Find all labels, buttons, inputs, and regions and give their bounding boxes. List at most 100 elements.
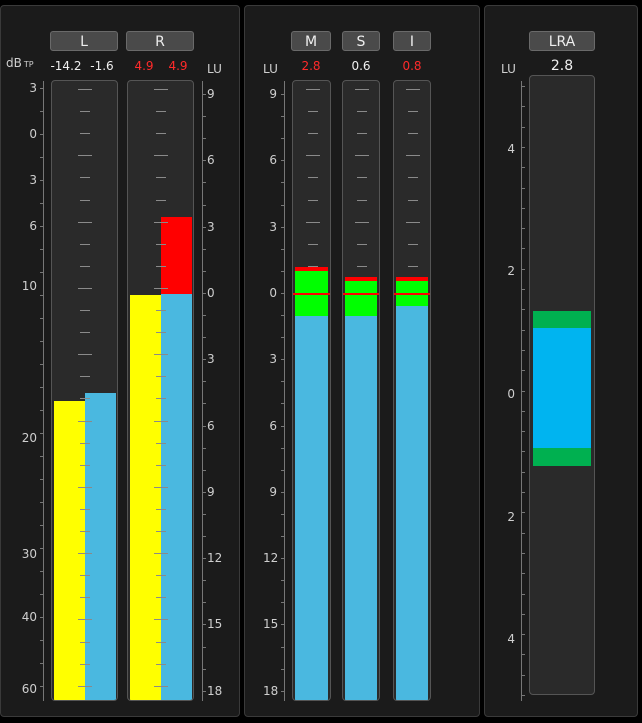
- lra-axis-tick: [521, 370, 525, 372]
- meter-scale-mark: [80, 508, 90, 510]
- lu-axis-tick: [281, 447, 285, 449]
- db-tick-label: 6: [29, 219, 37, 233]
- meter-scale-mark: [80, 177, 90, 179]
- lu-axis-tick: [202, 116, 206, 118]
- lu-tick-label: 3: [207, 219, 215, 234]
- meter-scale-mark: [156, 265, 166, 267]
- lu-tick-label: 0: [207, 285, 215, 300]
- db-axis-tick: [40, 364, 43, 365]
- meter-scale-mark: [355, 89, 369, 90]
- meter-scale-mark: [80, 376, 90, 378]
- lu-axis-tick: [202, 204, 206, 206]
- meter-scale-mark: [406, 155, 420, 157]
- lu-axis-tick: [202, 359, 206, 361]
- lu-tick-label: 15: [207, 617, 223, 632]
- lu-axis-tick: [202, 602, 206, 604]
- lu-axis-tick: [281, 292, 285, 294]
- lu-tick-label: 3: [269, 219, 277, 234]
- right-over-bar: [161, 216, 192, 294]
- lu-tick-label: 6: [269, 418, 277, 433]
- meter-scale-mark: [156, 508, 166, 510]
- meter-scale-mark: [156, 597, 166, 599]
- lu-axis-tick: [281, 425, 285, 427]
- db-axis-tick: [40, 226, 43, 227]
- meter-scale-mark: [156, 199, 166, 201]
- lra-button[interactable]: LRA: [529, 31, 595, 51]
- meter-scale-mark: [307, 111, 318, 113]
- lu-axis-tick: [202, 138, 206, 140]
- lu-axis-tick: [202, 182, 206, 184]
- channel-meter-panel: L R dB TP -14.2 -1.6 4.9 4.9 LU 3 0 3 6 10 20 3…: [0, 5, 240, 717]
- meter-scale-mark: [357, 199, 367, 201]
- lu-axis-tick: [202, 381, 206, 383]
- meter-scale-mark: [78, 486, 92, 488]
- lra-axis-tick: [521, 492, 525, 493]
- lu-axis-tick: [202, 624, 206, 626]
- momentary-button[interactable]: M: [291, 31, 331, 51]
- integrated-value: 0.8: [402, 59, 422, 73]
- meter-scale-mark: [80, 398, 90, 400]
- lu-unit-label-right: LU: [207, 62, 222, 76]
- lu-axis-tick: [281, 226, 285, 228]
- db-axis-tick: [40, 249, 43, 250]
- lu-axis-tick: [202, 403, 206, 405]
- db-axis-tick: [40, 548, 43, 549]
- integrated-button[interactable]: I: [393, 31, 431, 51]
- lu-tick-label: 9: [269, 484, 277, 499]
- lu-axis-tick: [281, 381, 285, 383]
- lu-tick-label: 6: [207, 418, 215, 433]
- lra-axis-tick: [521, 228, 525, 230]
- lu-tick-label: 12: [263, 551, 279, 566]
- short-term-button[interactable]: S: [342, 31, 380, 51]
- lra-axis-tick: [521, 248, 525, 250]
- meter-scale-mark: [408, 133, 418, 135]
- lra-axis-tick: [521, 126, 525, 128]
- meter-scale-mark: [80, 531, 90, 532]
- loudness-level-bar: [295, 316, 328, 700]
- lu-axis-tick: [202, 491, 206, 493]
- loudness-range-panel: LRA LU 2.8 4 2 0 2 4: [484, 5, 638, 717]
- lu-axis-tick: [281, 248, 285, 250]
- db-axis-tick: [40, 272, 43, 273]
- zero-reference-line: [343, 292, 379, 295]
- meter-scale-mark: [307, 133, 318, 135]
- lra-axis-tick: [521, 512, 525, 514]
- meter-scale-mark: [357, 243, 367, 245]
- meter-scale-mark: [80, 442, 90, 444]
- meter-scale-mark: [406, 221, 420, 223]
- meter-scale-mark: [154, 619, 168, 621]
- meter-scale-mark: [154, 155, 168, 157]
- db-axis-tick: [40, 88, 43, 89]
- meter-scale-mark: [80, 464, 90, 466]
- meter-scale-mark: [78, 619, 92, 621]
- lu-tick-label: 18: [263, 683, 279, 698]
- lu-axis-tick: [202, 447, 206, 449]
- meter-scale-mark: [156, 332, 166, 334]
- left-channel-button[interactable]: L: [50, 31, 118, 51]
- meter-scale-mark: [156, 177, 166, 179]
- meter-scale-mark: [156, 133, 166, 135]
- meter-scale-mark: [78, 221, 92, 223]
- lra-axis-tick: [521, 390, 525, 392]
- meter-scale-mark: [80, 265, 90, 267]
- lu-axis-tick: [281, 646, 285, 648]
- meter-scale-mark: [357, 111, 367, 113]
- meter-scale-mark: [305, 221, 320, 223]
- right-channel-button[interactable]: R: [126, 31, 194, 51]
- lu-axis-tick: [281, 558, 285, 560]
- db-axis-tick: [40, 617, 43, 618]
- lra-axis-tick: [521, 349, 525, 351]
- lra-axis-tick: [521, 329, 525, 331]
- meter-scale-mark: [80, 332, 90, 334]
- left-channel-meter: [51, 80, 118, 701]
- meter-scale-mark: [78, 420, 92, 422]
- lu-tick-label: 18: [207, 683, 223, 698]
- lu-axis-tick: [202, 536, 206, 537]
- lra-axis-tick: [521, 613, 525, 615]
- lu-axis-tick: [202, 315, 206, 316]
- right-peak-value: 4.9: [134, 59, 154, 73]
- lra-tick-label: 2: [507, 510, 515, 524]
- db-axis-tick: [40, 410, 43, 411]
- db-axis-tick: [40, 479, 43, 480]
- lu-axis-right: [202, 81, 203, 701]
